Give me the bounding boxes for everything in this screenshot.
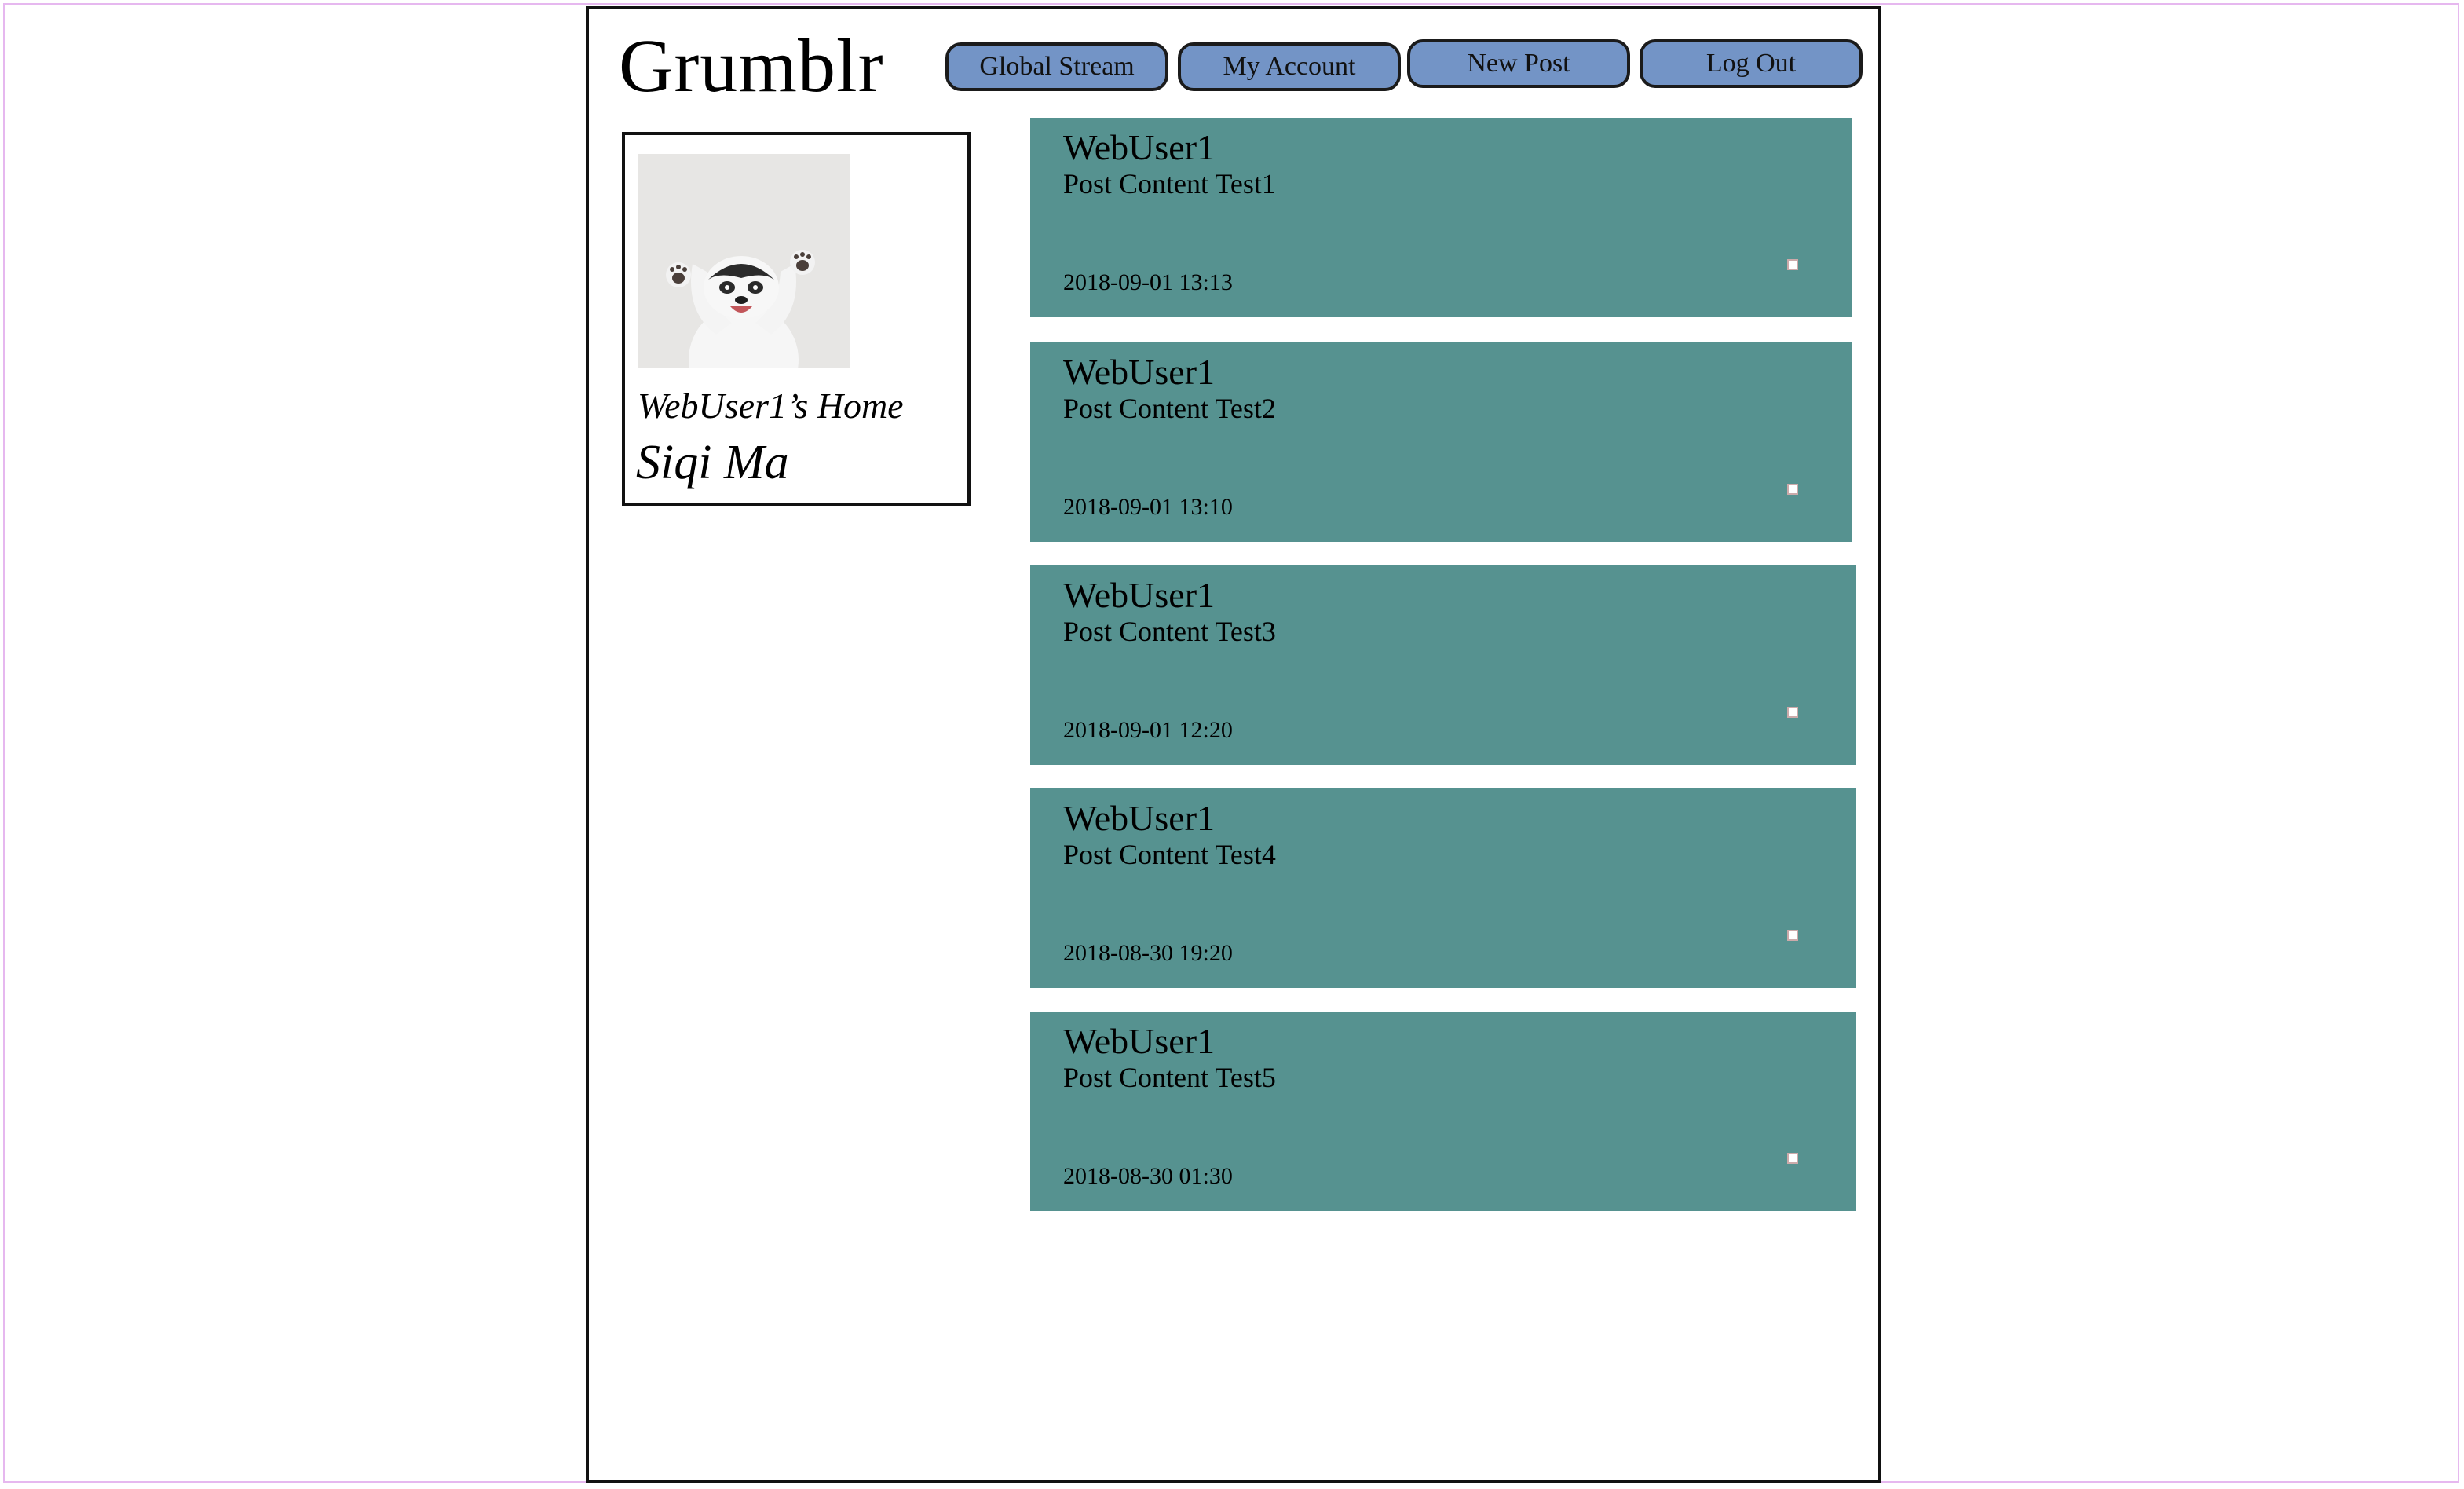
avatar xyxy=(638,154,850,368)
post-checkbox[interactable] xyxy=(1787,707,1798,718)
post-author[interactable]: WebUser1 xyxy=(1063,796,1215,840)
post-content: Post Content Test4 xyxy=(1063,839,1276,870)
post-timestamp: 2018-09-01 13:13 xyxy=(1063,269,1233,295)
post-author[interactable]: WebUser1 xyxy=(1063,1019,1215,1063)
log-out-button[interactable]: Log Out xyxy=(1640,39,1863,88)
dog-avatar-image xyxy=(638,154,850,368)
site-logo[interactable]: Grumblr xyxy=(619,19,884,113)
global-stream-button[interactable]: Global Stream xyxy=(945,42,1168,91)
post-checkbox[interactable] xyxy=(1787,259,1798,270)
post-author[interactable]: WebUser1 xyxy=(1063,573,1215,617)
post-card: WebUser1 Post Content Test1 2018-09-01 1… xyxy=(1030,118,1852,317)
profile-home-label: WebUser1’s Home xyxy=(638,386,904,426)
page-container: Grumblr Global Stream My Account New Pos… xyxy=(586,6,1881,1483)
post-content: Post Content Test1 xyxy=(1063,168,1276,199)
post-checkbox[interactable] xyxy=(1787,1153,1798,1164)
post-card: WebUser1 Post Content Test4 2018-08-30 1… xyxy=(1030,788,1856,988)
post-timestamp: 2018-09-01 13:10 xyxy=(1063,494,1233,520)
new-post-button[interactable]: New Post xyxy=(1407,39,1630,88)
post-checkbox[interactable] xyxy=(1787,930,1798,941)
post-card: WebUser1 Post Content Test5 2018-08-30 0… xyxy=(1030,1012,1856,1211)
post-timestamp: 2018-09-01 12:20 xyxy=(1063,717,1233,743)
post-content: Post Content Test2 xyxy=(1063,393,1276,424)
post-author[interactable]: WebUser1 xyxy=(1063,126,1215,170)
my-account-button[interactable]: My Account xyxy=(1178,42,1401,91)
post-timestamp: 2018-08-30 19:20 xyxy=(1063,940,1233,966)
post-card: WebUser1 Post Content Test2 2018-09-01 1… xyxy=(1030,342,1852,542)
post-content: Post Content Test5 xyxy=(1063,1062,1276,1093)
post-content: Post Content Test3 xyxy=(1063,616,1276,647)
profile-full-name: Siqi Ma xyxy=(636,436,789,489)
profile-card: WebUser1’s Home Siqi Ma xyxy=(622,132,971,506)
post-checkbox[interactable] xyxy=(1787,484,1798,495)
post-card: WebUser1 Post Content Test3 2018-09-01 1… xyxy=(1030,565,1856,765)
post-timestamp: 2018-08-30 01:30 xyxy=(1063,1163,1233,1189)
post-author[interactable]: WebUser1 xyxy=(1063,350,1215,394)
